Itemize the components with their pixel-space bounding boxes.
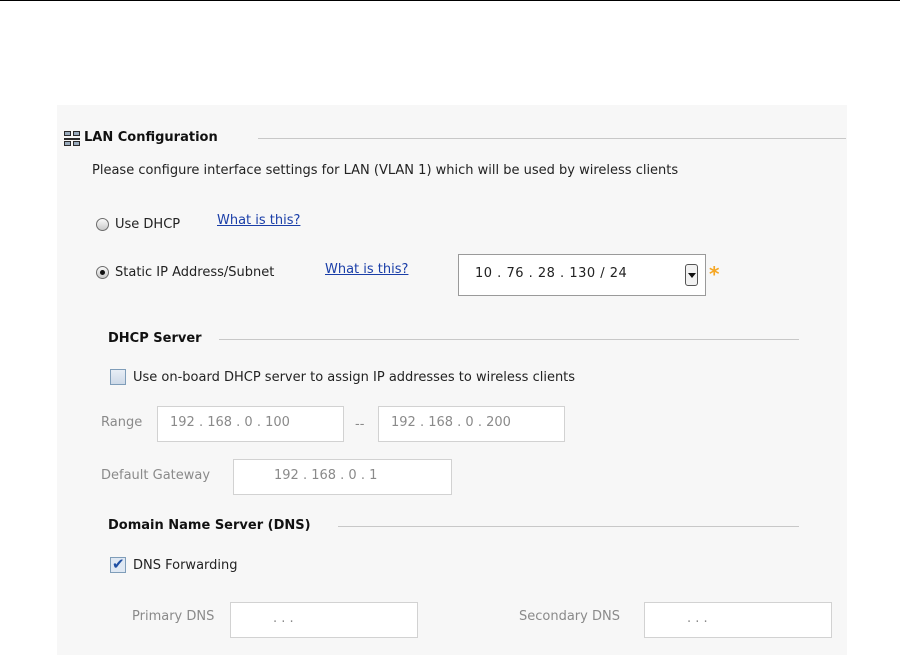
lan-divider <box>258 138 846 139</box>
use-dhcp-radio[interactable] <box>96 218 109 231</box>
primary-dns-label: Primary DNS <box>132 609 215 624</box>
static-ip-label[interactable]: Static IP Address/Subnet <box>115 265 274 280</box>
dns-forwarding-checkbox[interactable] <box>110 555 126 573</box>
dns-divider <box>338 526 799 527</box>
use-dhcp-help-link[interactable]: What is this? <box>217 213 300 228</box>
static-ip-radio[interactable] <box>96 266 109 279</box>
static-ip-value: 10 . 76 . 28 . 130 / 24 <box>475 266 628 281</box>
range-start-input[interactable]: 192 . 168 . 0 . 100 <box>157 406 344 442</box>
static-ip-help-link[interactable]: What is this? <box>325 262 408 277</box>
network-icon <box>64 131 80 146</box>
required-star-icon: * <box>709 262 720 286</box>
static-ip-input[interactable]: 10 . 76 . 28 . 130 / 24 <box>458 254 706 296</box>
dhcp-divider <box>219 339 799 340</box>
default-gateway-input[interactable]: 192 . 168 . 0 . 1 <box>233 459 452 495</box>
dns-section-title: Domain Name Server (DNS) <box>108 518 311 533</box>
secondary-dns-input[interactable]: . . . <box>644 602 832 638</box>
secondary-dns-label: Secondary DNS <box>519 609 620 624</box>
lan-description: Please configure interface settings for … <box>92 163 679 178</box>
range-label: Range <box>101 415 143 430</box>
primary-dns-input[interactable]: . . . <box>230 602 418 638</box>
dns-forwarding-label[interactable]: DNS Forwarding <box>133 558 238 573</box>
default-gateway-label: Default Gateway <box>101 468 211 483</box>
range-separator: -- <box>355 417 365 432</box>
use-dhcp-label[interactable]: Use DHCP <box>115 217 180 232</box>
top-border <box>0 0 900 1</box>
dhcp-server-checkbox-label[interactable]: Use on-board DHCP server to assign IP ad… <box>133 370 575 385</box>
range-end-input[interactable]: 192 . 168 . 0 . 200 <box>378 406 565 442</box>
dhcp-server-checkbox[interactable] <box>110 369 126 385</box>
subnet-dropdown-icon[interactable] <box>685 264 698 286</box>
lan-section-title: LAN Configuration <box>84 130 218 145</box>
dhcp-server-title: DHCP Server <box>108 331 202 346</box>
